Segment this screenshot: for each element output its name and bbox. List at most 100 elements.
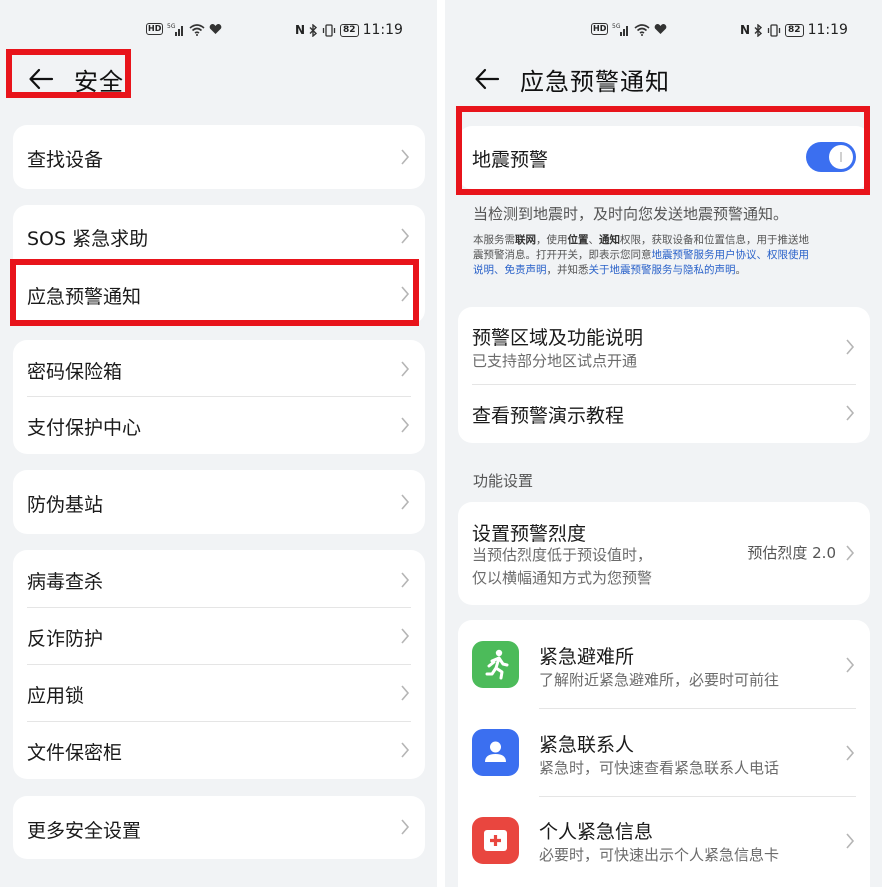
notice-line: 震预警消息。打开开关，即表示您同意地震预警服务用户协议、权限使用 xyxy=(473,248,868,263)
chevron-right-icon xyxy=(401,572,410,588)
row-sublabel: 必要时，可快速出示个人紧急信息卡 xyxy=(539,846,780,864)
emergency-alert-screen: HD 5G N 82 11:19 应急预警通知 地震预警 当检测到地震时，及时向… xyxy=(445,0,882,887)
running-person-icon xyxy=(472,641,519,688)
card-more-security: 更多安全设置 xyxy=(13,796,425,859)
row-find-device[interactable]: 查找设备 xyxy=(13,125,425,189)
notice-text: 震预警消息。打开开关，即表示您同意 xyxy=(473,249,652,261)
row-sublabel: 仅以横幅通知方式为您预警 xyxy=(472,569,653,587)
status-left-icons: HD 5G xyxy=(591,22,667,36)
card-emergency-services: 紧急避难所 了解附近紧急避难所，必要时可前往 紧急联系人 紧急时，可快速查看紧急… xyxy=(458,620,870,887)
vibrate-icon xyxy=(767,23,781,37)
row-password-vault[interactable]: 密码保险箱 xyxy=(13,340,425,396)
5g-signal-icon: 5G xyxy=(167,22,185,36)
notice-bold: 位置 xyxy=(567,234,589,246)
row-label: 反诈防护 xyxy=(27,628,104,650)
battery-icon: 82 xyxy=(340,23,359,37)
notice-bold: 通知 xyxy=(599,234,620,246)
service-notice: 本服务需联网，使用位置、通知权限，获取设备和位置信息，用于推送地 震预警消息。打… xyxy=(473,233,868,278)
disclaimer-link[interactable]: 免责声明 xyxy=(505,264,547,276)
svg-text:5G: 5G xyxy=(167,23,176,30)
bluetooth-icon xyxy=(754,23,763,37)
chevron-right-icon xyxy=(401,742,410,758)
card-base-station: 防伪基站 xyxy=(13,470,425,534)
chevron-right-icon xyxy=(846,657,855,673)
row-label: 文件保密柜 xyxy=(27,742,123,764)
chevron-right-icon xyxy=(846,339,855,355)
hd-icon: HD xyxy=(146,23,164,35)
chevron-right-icon xyxy=(846,833,855,849)
bluetooth-icon xyxy=(309,23,318,37)
row-sublabel: 当预估烈度低于预设值时， xyxy=(472,546,653,564)
privacy-statement-link[interactable]: 关于地震预警服务与隐私的声明 xyxy=(589,264,736,276)
chevron-right-icon xyxy=(846,405,855,421)
status-time: 11:19 xyxy=(807,22,848,38)
row-payment-protection[interactable]: 支付保护中心 xyxy=(13,397,425,454)
notice-line: 说明、免责声明，并知悉关于地震预警服务与隐私的声明。 xyxy=(473,263,868,278)
row-label: 应用锁 xyxy=(27,685,85,707)
status-left-icons: HD 5G xyxy=(146,22,222,36)
nfc-icon: N xyxy=(740,23,751,37)
5g-signal-icon: 5G xyxy=(612,22,630,36)
row-label: SOS 紧急求助 xyxy=(27,228,149,250)
card-find-device: 查找设备 xyxy=(13,125,425,189)
back-arrow-icon[interactable] xyxy=(474,66,500,92)
row-file-safe[interactable]: 文件保密柜 xyxy=(13,722,425,779)
row-sublabel: 了解附近紧急避难所，必要时可前往 xyxy=(539,671,780,689)
row-label: 个人紧急信息 xyxy=(539,821,654,843)
status-right-icons: N 82 11:19 xyxy=(295,22,403,38)
row-label: 防伪基站 xyxy=(27,494,104,516)
row-label: 支付保护中心 xyxy=(27,417,142,439)
permission-usage-link-cont[interactable]: 说明 xyxy=(473,264,494,276)
card-area-tutorial: 预警区域及功能说明 已支持部分地区试点开通 查看预警演示教程 xyxy=(458,307,870,443)
highlight-box-earthquake-alert xyxy=(456,106,870,195)
row-personal-emergency-info[interactable]: 个人紧急信息 必要时，可快速出示个人紧急信息卡 xyxy=(458,797,870,885)
vibrate-icon xyxy=(322,23,336,37)
heart-shield-icon xyxy=(209,22,222,36)
row-label: 设置预警烈度 xyxy=(472,523,587,545)
row-anti-fraud[interactable]: 反诈防护 xyxy=(13,608,425,664)
highlight-box-emergency-alert xyxy=(10,259,419,326)
notice-text: 、 xyxy=(756,249,768,261)
status-right-icons: N 82 11:19 xyxy=(740,22,848,38)
svg-text:5G: 5G xyxy=(612,23,621,30)
chevron-right-icon xyxy=(846,545,855,561)
card-vault-group: 密码保险箱 支付保护中心 xyxy=(13,340,425,454)
status-bar: HD 5G N 82 11:19 xyxy=(445,0,882,56)
row-warning-area[interactable]: 预警区域及功能说明 已支持部分地区试点开通 xyxy=(458,307,870,384)
row-app-lock[interactable]: 应用锁 xyxy=(13,665,425,721)
security-settings-screen: HD 5G N 82 11:19 安全 查找设备 SOS 紧急求助 应急预警通知… xyxy=(0,0,437,887)
row-virus-scan[interactable]: 病毒查杀 xyxy=(13,550,425,607)
wifi-icon xyxy=(189,22,205,36)
row-warning-intensity[interactable]: 设置预警烈度 当预估烈度低于预设值时， 仅以横幅通知方式为您预警 预估烈度 2.… xyxy=(458,502,870,605)
chevron-right-icon xyxy=(401,819,410,835)
contact-person-icon xyxy=(472,729,519,776)
row-label: 密码保险箱 xyxy=(27,361,123,383)
notice-text: 。 xyxy=(735,264,747,276)
row-more-security[interactable]: 更多安全设置 xyxy=(13,796,425,859)
row-sublabel: 已支持部分地区试点开通 xyxy=(472,352,638,370)
page-title: 应急预警通知 xyxy=(520,68,670,96)
permission-usage-link[interactable]: 权限使用 xyxy=(767,249,809,261)
battery-icon: 82 xyxy=(785,23,804,37)
row-emergency-shelter[interactable]: 紧急避难所 了解附近紧急避难所，必要时可前往 xyxy=(458,620,870,708)
highlight-box-title xyxy=(6,49,131,98)
row-label: 病毒查杀 xyxy=(27,571,104,593)
notice-text: 权限，获取设备和位置信息，用于推送地 xyxy=(620,234,809,246)
chevron-right-icon xyxy=(401,149,410,165)
user-agreement-link[interactable]: 地震预警服务用户协议 xyxy=(652,249,757,261)
status-time: 11:19 xyxy=(362,22,403,38)
row-label: 查找设备 xyxy=(27,149,104,171)
notice-line: 本服务需联网，使用位置、通知权限，获取设备和位置信息，用于推送地 xyxy=(473,233,868,248)
chevron-right-icon xyxy=(401,494,410,510)
row-label: 更多安全设置 xyxy=(27,820,142,842)
status-bar: HD 5G N 82 11:19 xyxy=(0,0,437,56)
row-demo-tutorial[interactable]: 查看预警演示教程 xyxy=(458,385,870,443)
row-emergency-contacts[interactable]: 紧急联系人 紧急时，可快速查看紧急联系人电话 xyxy=(458,709,870,796)
notice-text: 本服务需 xyxy=(473,234,515,246)
notice-text: 、 xyxy=(494,264,505,276)
row-anti-fake-base-station[interactable]: 防伪基站 xyxy=(13,470,425,534)
card-intensity: 设置预警烈度 当预估烈度低于预设值时， 仅以横幅通知方式为您预警 预估烈度 2.… xyxy=(458,502,870,605)
chevron-right-icon xyxy=(846,745,855,761)
notice-bold: 联网 xyxy=(515,234,536,246)
row-sos[interactable]: SOS 紧急求助 xyxy=(13,205,425,265)
